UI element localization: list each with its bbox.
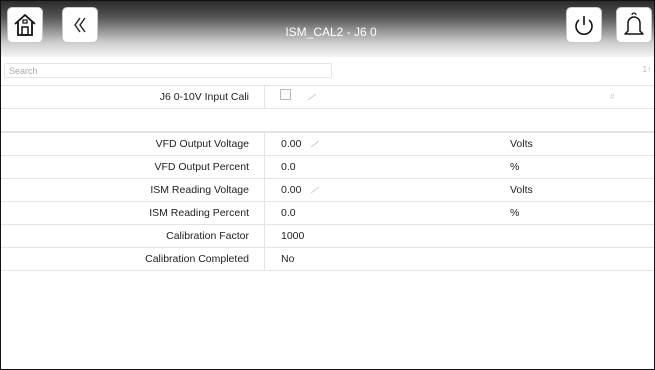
row-value: No xyxy=(281,253,295,265)
pencil-icon[interactable] xyxy=(307,93,317,101)
row-value: 0.0 xyxy=(281,161,296,173)
row-unit: Volts xyxy=(510,138,533,150)
pencil-icon[interactable] xyxy=(310,186,320,194)
scroll-indicator: 1↑ xyxy=(642,65,651,74)
row-unit: % xyxy=(510,161,520,173)
parameter-table: J6 0-10V Input Cali # VFD Output Voltage… xyxy=(1,85,654,271)
home-icon xyxy=(14,14,36,36)
row-label: Calibration Factor xyxy=(166,230,249,242)
row-value[interactable]: 0.00 xyxy=(281,184,301,196)
app-window: ISM_CAL2 - J6 0 1↑ J6 0-10V Input Cali xyxy=(0,0,655,370)
alarm-button[interactable] xyxy=(616,7,652,43)
row-label: ISM Reading Percent xyxy=(149,207,249,219)
calibration-checkbox[interactable] xyxy=(280,89,291,100)
table-row: ISM Reading Percent 0.0 % xyxy=(1,202,654,225)
row-label: VFD Output Percent xyxy=(154,161,249,173)
row-label: VFD Output Voltage xyxy=(155,138,249,150)
row-label: Calibration Completed xyxy=(145,253,249,265)
power-icon xyxy=(575,16,593,35)
row-value: 1000 xyxy=(281,230,305,242)
row-value: 0.0 xyxy=(281,207,296,219)
bell-icon xyxy=(624,12,644,35)
table-row[interactable]: ISM Reading Voltage 0.00 Volts xyxy=(1,179,654,202)
pencil-icon[interactable] xyxy=(310,140,320,148)
top-bar: ISM_CAL2 - J6 0 xyxy=(1,1,654,57)
home-button[interactable] xyxy=(7,7,43,43)
row-label: J6 0-10V Input Cali xyxy=(159,91,249,103)
row-label: ISM Reading Voltage xyxy=(150,184,249,196)
double-chevron-left-icon xyxy=(74,17,86,33)
page-title: ISM_CAL2 - J6 0 xyxy=(285,25,377,39)
table-row: Calibration Completed No xyxy=(1,248,654,271)
row-unit: Volts xyxy=(510,184,533,196)
search-row: 1↑ xyxy=(1,61,654,81)
table-row[interactable]: VFD Output Voltage 0.00 Volts xyxy=(1,132,654,156)
search-input[interactable] xyxy=(4,63,332,78)
table-row: VFD Output Percent 0.0 % xyxy=(1,156,654,179)
row-value[interactable]: 0.00 xyxy=(281,138,301,150)
row-unit: % xyxy=(510,207,520,219)
table-row xyxy=(1,109,654,132)
row-marker: # xyxy=(610,92,615,101)
table-row[interactable]: J6 0-10V Input Cali # xyxy=(1,85,654,109)
power-button[interactable] xyxy=(566,7,602,43)
back-button[interactable] xyxy=(62,7,98,43)
table-row: Calibration Factor 1000 xyxy=(1,225,654,248)
